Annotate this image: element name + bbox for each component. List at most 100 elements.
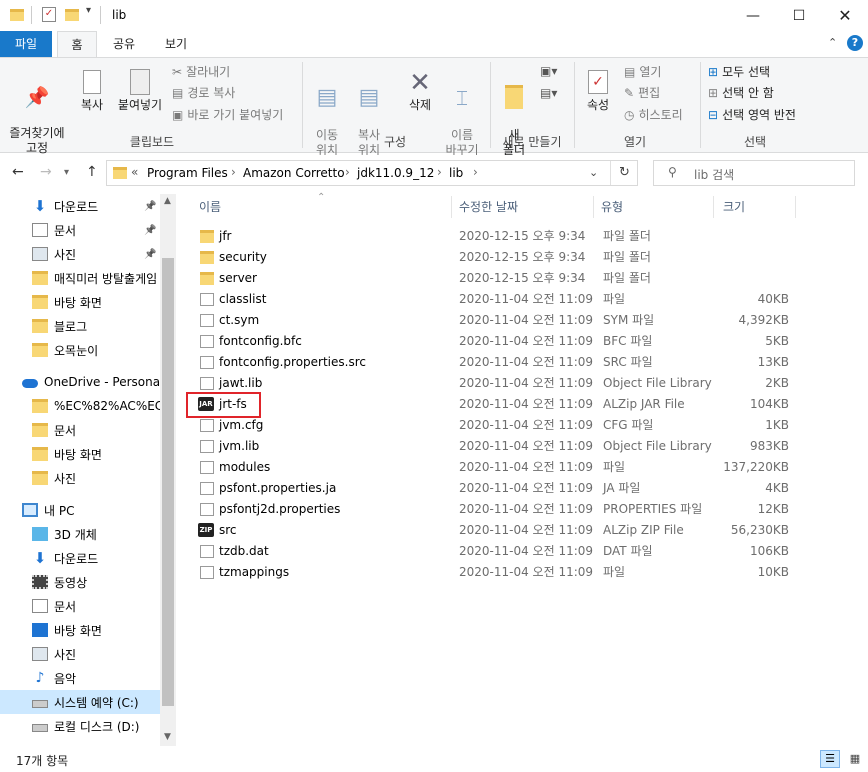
- file-row[interactable]: server 2020-12-15 오후 9:34 파일 폴더: [191, 268, 811, 289]
- delete-button[interactable]: ✕ 삭제: [400, 68, 440, 113]
- sidebar-item[interactable]: 매직미러 방탈출게임: [0, 266, 160, 290]
- refresh-icon[interactable]: ↻: [619, 165, 630, 180]
- sidebar-item[interactable]: OneDrive - Personal: [0, 370, 160, 394]
- details-view-icon[interactable]: ☰: [820, 750, 840, 768]
- breadcrumb-separator-icon[interactable]: ›: [231, 165, 236, 179]
- file-row[interactable]: ct.sym 2020-11-04 오전 11:09 SYM 파일 4,392KB: [191, 310, 811, 331]
- scroll-up-icon[interactable]: ▲: [164, 196, 171, 206]
- column-header-size[interactable]: 크기: [723, 194, 745, 220]
- select-all-button[interactable]: ⊞ 모두 선택: [708, 63, 770, 80]
- move-to-button[interactable]: ▤ 이동 위치: [308, 68, 346, 158]
- pin-to-quick-access-button[interactable]: 📌 즐겨찾기에 고정: [6, 68, 68, 156]
- properties-icon[interactable]: ✓: [42, 7, 56, 22]
- column-header-name[interactable]: 이름: [199, 194, 221, 220]
- back-arrow-icon[interactable]: ←: [12, 164, 24, 180]
- forward-arrow-icon[interactable]: →: [40, 164, 52, 180]
- up-arrow-icon[interactable]: ↑: [86, 164, 98, 180]
- sidebar-item[interactable]: ♪ 음악: [0, 666, 160, 690]
- minimize-button[interactable]: —: [730, 0, 776, 31]
- file-row[interactable]: tzmappings 2020-11-04 오전 11:09 파일 10KB: [191, 562, 811, 583]
- breadcrumb-program-files[interactable]: Program Files: [147, 166, 228, 180]
- file-row[interactable]: jvm.lib 2020-11-04 오전 11:09 Object File Li…: [191, 436, 811, 457]
- sidebar-item[interactable]: 동영상: [0, 570, 160, 594]
- file-row[interactable]: modules 2020-11-04 오전 11:09 파일 137,220KB: [191, 457, 811, 478]
- breadcrumb-lib[interactable]: lib: [449, 166, 463, 180]
- sidebar-scroll-thumb[interactable]: [162, 258, 174, 706]
- file-row[interactable]: jfr 2020-12-15 오후 9:34 파일 폴더: [191, 226, 811, 247]
- edit-button[interactable]: ✎ 편집: [624, 84, 660, 101]
- file-row[interactable]: jawt.lib 2020-11-04 오전 11:09 Object File L…: [191, 373, 811, 394]
- recent-locations-icon[interactable]: ▾: [64, 167, 69, 178]
- sidebar-item[interactable]: 바탕 화면: [0, 618, 160, 642]
- search-box[interactable]: ⚲ lib 검색: [653, 160, 855, 186]
- cut-button[interactable]: ✂ 잘라내기: [172, 63, 230, 80]
- tab-file[interactable]: 파일: [0, 31, 52, 57]
- file-row[interactable]: JAR jrt-fs 2020-11-04 오전 11:09 ALZip JAR Fi…: [191, 394, 811, 415]
- column-divider[interactable]: [795, 196, 796, 218]
- maximize-button[interactable]: ☐: [776, 0, 822, 31]
- paste-shortcut-button[interactable]: ▣ 바로 가기 붙여넣기: [172, 106, 283, 123]
- easy-access-icon[interactable]: ▤▾: [540, 86, 557, 100]
- sidebar-item[interactable]: 문서: [0, 418, 160, 442]
- new-item-icon[interactable]: ▣▾: [540, 64, 557, 78]
- sidebar-item[interactable]: 블로그: [0, 314, 160, 338]
- sidebar-item[interactable]: 바탕 화면: [0, 290, 160, 314]
- pin-icon[interactable]: 📌: [144, 225, 156, 236]
- file-row[interactable]: classlist 2020-11-04 오전 11:09 파일 40KB: [191, 289, 811, 310]
- sidebar-item[interactable]: 내 PC: [0, 498, 160, 522]
- pin-icon[interactable]: 📌: [144, 201, 156, 212]
- new-folder-icon[interactable]: [65, 9, 79, 21]
- paste-button[interactable]: 붙여넣기: [114, 68, 166, 113]
- sidebar-item[interactable]: 시스템 예약 (C:): [0, 690, 160, 714]
- open-button[interactable]: ▤ 열기: [624, 63, 661, 80]
- sidebar-item[interactable]: ⬇ 다운로드 📌: [0, 194, 160, 218]
- breadcrumb-separator-icon[interactable]: ›: [345, 165, 350, 179]
- rename-button[interactable]: ⌶ 이름 바꾸기: [442, 68, 482, 158]
- large-icons-view-icon[interactable]: ▦: [845, 750, 865, 768]
- history-button[interactable]: ◷ 히스토리: [624, 106, 683, 123]
- column-divider[interactable]: [593, 196, 594, 218]
- file-row[interactable]: psfont.properties.ja 2020-11-04 오전 11:09 J…: [191, 478, 811, 499]
- collapse-ribbon-icon[interactable]: ⌃: [828, 36, 837, 49]
- sidebar-item[interactable]: ⬇ 다운로드: [0, 546, 160, 570]
- breadcrumb-separator-icon[interactable]: ›: [437, 165, 442, 179]
- file-row[interactable]: fontconfig.bfc 2020-11-04 오전 11:09 BFC 파일 5…: [191, 331, 811, 352]
- close-button[interactable]: ✕: [822, 0, 868, 31]
- file-row[interactable]: security 2020-12-15 오후 9:34 파일 폴더: [191, 247, 811, 268]
- invert-selection-button[interactable]: ⊟ 선택 영역 반전: [708, 106, 796, 123]
- breadcrumb-separator-icon[interactable]: ›: [473, 165, 478, 179]
- help-icon[interactable]: ?: [847, 35, 863, 51]
- column-header-type[interactable]: 유형: [601, 194, 623, 220]
- file-row[interactable]: ZIP src 2020-11-04 오전 11:09 ALZip ZIP File 5…: [191, 520, 811, 541]
- sidebar-item[interactable]: %EC%82%AC%EC%: [0, 394, 160, 418]
- copy-path-button[interactable]: ▤ 경로 복사: [172, 84, 235, 101]
- sidebar-item[interactable]: 문서: [0, 594, 160, 618]
- pin-icon[interactable]: 📌: [144, 249, 156, 260]
- copy-button[interactable]: 복사: [74, 68, 110, 113]
- tab-share[interactable]: 공유: [104, 31, 144, 57]
- sidebar-item[interactable]: 사진: [0, 466, 160, 490]
- breadcrumb-jdk[interactable]: jdk11.0.9_12: [357, 166, 434, 180]
- sidebar-item[interactable]: 바탕 화면: [0, 442, 160, 466]
- file-row[interactable]: tzdb.dat 2020-11-04 오전 11:09 DAT 파일 106KB: [191, 541, 811, 562]
- address-history-dropdown-icon[interactable]: ⌄: [589, 166, 598, 179]
- select-none-button[interactable]: ⊞ 선택 안 함: [708, 84, 774, 101]
- sidebar-item[interactable]: 문서 📌: [0, 218, 160, 242]
- sidebar-item[interactable]: 로컬 디스크 (D:): [0, 714, 160, 738]
- scroll-down-icon[interactable]: ▼: [164, 732, 171, 742]
- address-bar[interactable]: « Program Files › Amazon Corretto › jdk1…: [106, 160, 638, 186]
- column-divider[interactable]: [713, 196, 714, 218]
- file-row[interactable]: psfontj2d.properties 2020-11-04 오전 11:09 P…: [191, 499, 811, 520]
- sidebar-item[interactable]: 오목눈이: [0, 338, 160, 362]
- sidebar-item[interactable]: 사진: [0, 642, 160, 666]
- file-row[interactable]: jvm.cfg 2020-11-04 오전 11:09 CFG 파일 1KB: [191, 415, 811, 436]
- file-row[interactable]: fontconfig.properties.src 2020-11-04 오전 1…: [191, 352, 811, 373]
- customize-toolbar-icon[interactable]: ▾: [86, 5, 91, 16]
- column-divider[interactable]: [451, 196, 452, 218]
- tab-view[interactable]: 보기: [154, 31, 198, 57]
- overflow-chevron-icon[interactable]: «: [131, 165, 138, 179]
- tab-home[interactable]: 홈: [57, 31, 97, 58]
- column-header-date[interactable]: 수정한 날짜: [459, 194, 518, 220]
- sidebar-item[interactable]: 3D 개체: [0, 522, 160, 546]
- breadcrumb-amazon-corretto[interactable]: Amazon Corretto: [243, 166, 345, 180]
